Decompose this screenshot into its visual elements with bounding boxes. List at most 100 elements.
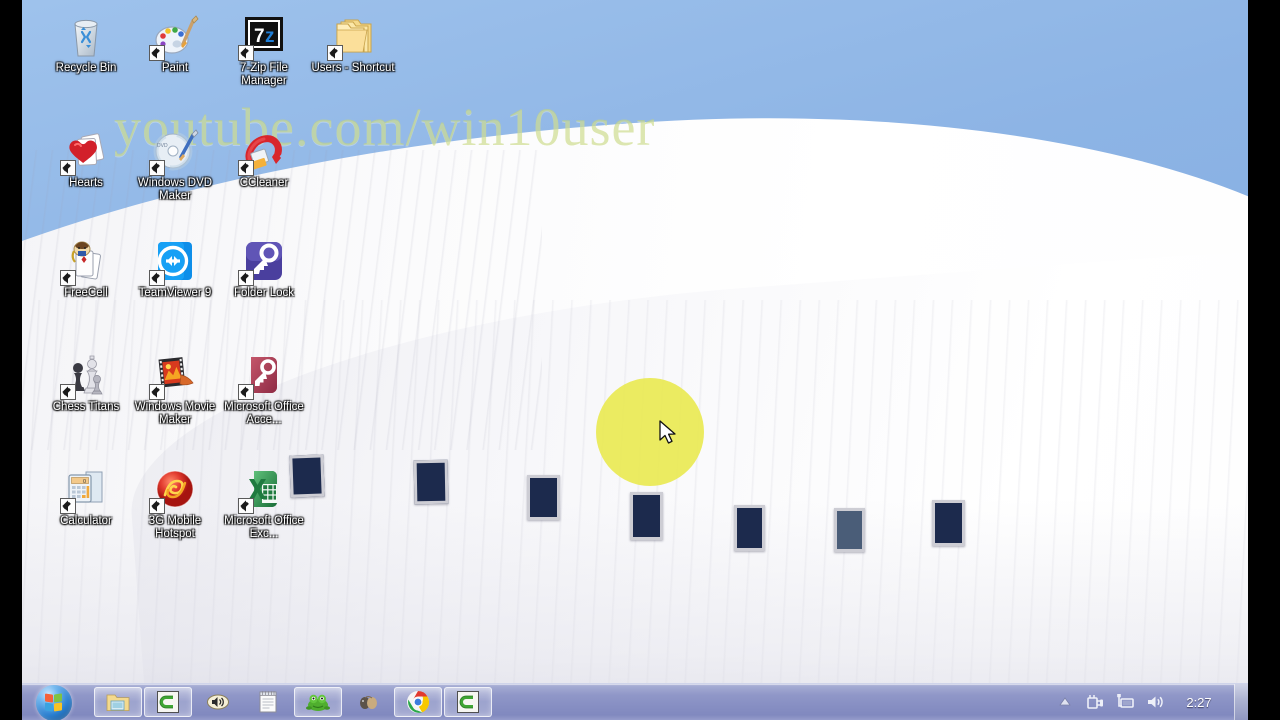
windows-dvd-maker-icon: DVD <box>149 127 199 176</box>
wallpaper-window <box>630 492 663 540</box>
desktop-icon-microsoft-office-excel[interactable]: Microsoft Office Exc... <box>218 465 310 540</box>
taskbar-button-ccleaner[interactable] <box>144 687 192 717</box>
shortcut-arrow-icon <box>238 270 254 286</box>
microsoft-office-access-icon <box>238 351 288 400</box>
wallpaper-window <box>413 459 449 505</box>
show-desktop-button[interactable] <box>1234 683 1248 720</box>
wallpaper-window <box>527 475 560 520</box>
desktop-icon-folder-lock[interactable]: Folder Lock <box>218 237 310 300</box>
desktop-icon-label: TeamViewer 9 <box>138 287 212 299</box>
users-shortcut-icon <box>327 12 377 61</box>
explorer-icon <box>105 689 131 715</box>
cgreen-icon <box>455 689 481 715</box>
windows-movie-maker-icon <box>149 351 199 400</box>
3g-mobile-hotspot-icon <box>149 465 199 514</box>
taskbar-button-mouse-settings[interactable] <box>344 687 392 717</box>
wallpaper-window <box>834 508 865 552</box>
desktop-icon-ccleaner[interactable]: CCleaner <box>218 127 310 190</box>
desktop-icon-7-zip-file-manager[interactable]: 7 z 7-Zip File Manager <box>218 12 310 87</box>
desktop-icon-3g-mobile-hotspot[interactable]: 3G Mobile Hotspot <box>129 465 221 540</box>
system-tray[interactable]: 2:27 <box>1050 683 1248 720</box>
shortcut-arrow-icon <box>149 498 165 514</box>
desktop-icon-label: Calculator <box>60 515 112 527</box>
desktop-icon-recycle-bin[interactable]: Recycle Bin <box>40 12 132 75</box>
shortcut-arrow-icon <box>238 160 254 176</box>
safely-remove-hardware-icon[interactable] <box>1084 691 1106 713</box>
shortcut-arrow-icon <box>60 270 76 286</box>
clock[interactable]: 2:27 <box>1170 695 1228 710</box>
svg-text:DVD: DVD <box>157 143 168 149</box>
desktop-icon-teamviewer-9[interactable]: TeamViewer 9 <box>129 237 221 300</box>
calculator-icon: 0 <box>60 465 110 514</box>
click-highlight <box>596 378 704 486</box>
shortcut-arrow-icon <box>238 498 254 514</box>
desktop-icon-label: Users - Shortcut <box>311 62 395 74</box>
speaker-icon <box>205 689 231 715</box>
paint-icon <box>149 12 199 61</box>
desktop-icon-calculator[interactable]: 0 Calculator <box>40 465 132 528</box>
taskbar-button-google-chrome[interactable] <box>394 687 442 717</box>
hearts-icon <box>60 127 110 176</box>
desktop-icon-windows-movie-maker[interactable]: Windows Movie Maker <box>129 351 221 426</box>
desktop-icon-label: 3G Mobile Hotspot <box>148 515 202 540</box>
notepad-icon <box>255 689 281 715</box>
desktop-icon-label: Microsoft Office Acce... <box>224 401 304 426</box>
7-zip-file-manager-icon: 7 z <box>238 12 288 61</box>
taskbar-button-group[interactable] <box>94 684 492 720</box>
desktop-icon-users-shortcut[interactable]: Users - Shortcut <box>307 12 399 75</box>
frog-icon <box>305 689 331 715</box>
shortcut-arrow-icon <box>149 384 165 400</box>
windows-flag-icon <box>45 692 63 712</box>
desktop-icon-label: Chess Titans <box>52 401 120 413</box>
desktop-icon-label: Recycle Bin <box>55 62 117 74</box>
screen-letterbox: youtube.com/win10user Recycle Bin Paint <box>0 0 1280 720</box>
desktop-icon-chess-titans[interactable]: Chess Titans <box>40 351 132 414</box>
show-hidden-icons-arrow-icon[interactable] <box>1054 691 1076 713</box>
mouse-icon <box>355 689 381 715</box>
desktop-icon-label: Paint <box>161 62 189 74</box>
recycle-bin-icon <box>62 12 110 60</box>
chrome-icon <box>405 689 431 715</box>
desktop-icon-label: Hearts <box>69 177 103 189</box>
shortcut-arrow-icon <box>149 45 165 61</box>
freecell-icon <box>60 237 110 286</box>
desktop-icon-label: Folder Lock <box>233 287 295 299</box>
volume-icon[interactable] <box>1144 691 1166 713</box>
svg-text:7: 7 <box>254 26 265 47</box>
arrow-cursor <box>659 420 676 444</box>
network-icon[interactable] <box>1114 691 1136 713</box>
wallpaper-window <box>932 500 965 546</box>
desktop-icon-paint[interactable]: Paint <box>129 12 221 75</box>
taskbar-button-frog-app[interactable] <box>294 687 342 717</box>
desktop-icon-hearts[interactable]: Hearts <box>40 127 132 190</box>
desktop-icon-label: Microsoft Office Exc... <box>224 515 304 540</box>
start-button[interactable] <box>34 684 78 720</box>
taskbar-button-windows-explorer[interactable] <box>94 687 142 717</box>
desktop-icon-label: Windows Movie Maker <box>134 401 216 426</box>
desktop-icon-microsoft-office-access[interactable]: Microsoft Office Acce... <box>218 351 310 426</box>
taskbar-button-notepad[interactable] <box>244 687 292 717</box>
wallpaper-window <box>734 505 765 551</box>
shortcut-arrow-icon <box>60 384 76 400</box>
desktop-icon-label: Windows DVD Maker <box>137 177 213 202</box>
desktop-icon-label: 7-Zip File Manager <box>240 62 288 87</box>
shortcut-arrow-icon <box>238 384 254 400</box>
cgreen-icon <box>155 689 181 715</box>
folder-lock-icon <box>238 237 288 286</box>
shortcut-arrow-icon <box>60 498 76 514</box>
shortcut-arrow-icon <box>149 270 165 286</box>
taskbar-button-volume-mixer[interactable] <box>194 687 242 717</box>
shortcut-arrow-icon <box>327 45 343 61</box>
taskbar-button-ccleaner-window[interactable] <box>444 687 492 717</box>
desktop-icon-windows-dvd-maker[interactable]: DVD Windows DVD Maker <box>129 127 221 202</box>
shortcut-arrow-icon <box>238 45 254 61</box>
taskbar[interactable]: 2:27 <box>22 683 1248 720</box>
microsoft-office-excel-icon <box>238 465 288 514</box>
teamviewer-9-icon <box>149 237 199 286</box>
desktop[interactable]: youtube.com/win10user Recycle Bin Paint <box>22 0 1248 720</box>
desktop-icon-freecell[interactable]: FreeCell <box>40 237 132 300</box>
svg-text:z: z <box>265 26 275 47</box>
shortcut-arrow-icon <box>149 160 165 176</box>
ccleaner-icon <box>238 127 288 176</box>
desktop-icon-label: FreeCell <box>64 287 108 299</box>
